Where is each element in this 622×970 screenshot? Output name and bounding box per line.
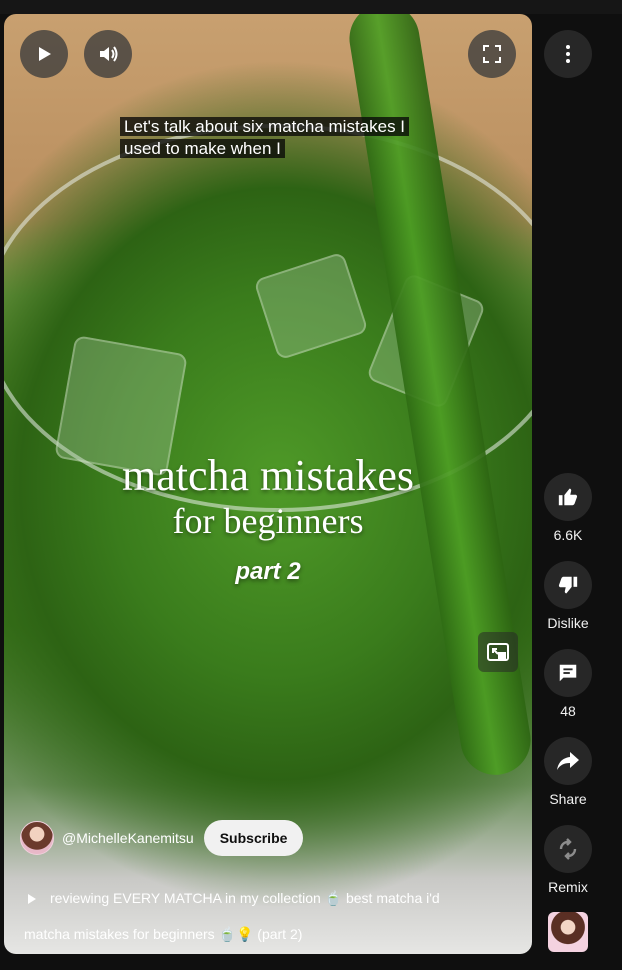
thumbs-up-icon (558, 488, 578, 506)
play-button[interactable] (20, 30, 68, 78)
video-description[interactable]: matcha mistakes for beginners 🍵💡 (part 2… (24, 926, 302, 943)
suggested-video-link[interactable]: reviewing EVERY MATCHA in my collection … (24, 890, 440, 907)
fullscreen-button[interactable] (468, 30, 516, 78)
overlay-subtitle: for beginners (172, 501, 364, 541)
fullscreen-icon (483, 45, 501, 63)
volume-button[interactable] (84, 30, 132, 78)
share-icon (557, 752, 579, 770)
thumbs-down-icon (558, 576, 578, 594)
dislike-label: Dislike (547, 615, 589, 631)
dislike-button[interactable] (544, 561, 592, 609)
top-strip (0, 0, 622, 14)
overlay-part: part 2 (235, 558, 301, 585)
share-button[interactable] (544, 737, 592, 785)
caption-line-1: Let's talk about six matcha mistakes I (120, 117, 410, 136)
caption-line-2: used to make when I (120, 139, 285, 158)
like-button[interactable] (544, 473, 592, 521)
play-icon (39, 47, 51, 61)
pip-button[interactable] (478, 632, 518, 672)
channel-handle[interactable]: @MichelleKanemitsu (62, 830, 194, 846)
remix-thumbnail[interactable] (548, 912, 588, 952)
comment-icon (559, 664, 577, 682)
comment-count: 48 (560, 703, 576, 719)
channel-avatar[interactable] (20, 821, 54, 855)
share-label: Share (549, 791, 587, 807)
more-icon (566, 45, 570, 63)
suggested-video-title: reviewing EVERY MATCHA in my collection … (50, 890, 440, 906)
pip-icon (487, 643, 509, 661)
remix-label: Remix (548, 879, 588, 895)
like-count: 6.6K (553, 527, 583, 543)
remix-button[interactable] (544, 825, 592, 873)
play-small-icon (28, 893, 36, 904)
overlay-title: matcha mistakes (121, 451, 414, 500)
volume-icon (100, 46, 118, 62)
closed-caption: Let's talk about six matcha mistakes I u… (120, 116, 410, 160)
channel-row: @MichelleKanemitsu Subscribe (20, 820, 304, 856)
more-options-button[interactable] (544, 30, 592, 78)
remix-icon (559, 838, 577, 860)
subscribe-button[interactable]: Subscribe (203, 820, 304, 856)
comments-button[interactable] (544, 649, 592, 697)
video-player[interactable]: Let's talk about six matcha mistakes I u… (4, 14, 532, 954)
